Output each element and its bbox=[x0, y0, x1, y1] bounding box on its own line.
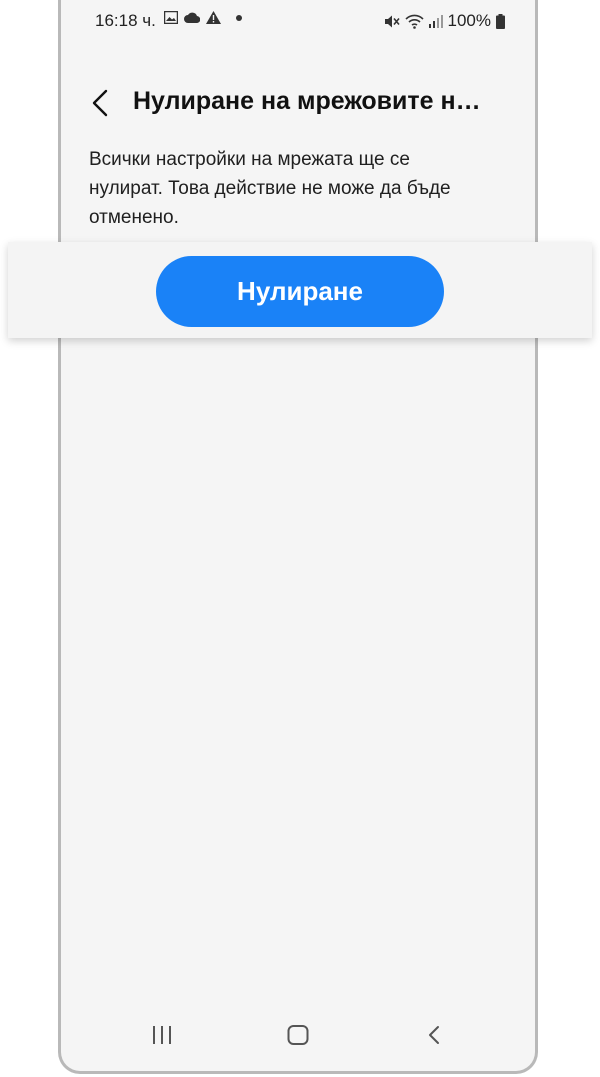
status-bar: 16:18 ч. 100% bbox=[61, 0, 535, 44]
description-line: нулират. Това действие не може да бъде bbox=[89, 178, 451, 199]
action-band: Нулиране bbox=[8, 242, 592, 338]
battery-icon bbox=[496, 13, 505, 29]
gallery-icon bbox=[164, 11, 178, 24]
chevron-left-icon bbox=[92, 89, 108, 117]
status-time: 16:18 ч. bbox=[95, 11, 156, 30]
home-button[interactable] bbox=[287, 1025, 309, 1050]
home-icon bbox=[287, 1025, 309, 1045]
warning-icon bbox=[206, 11, 221, 24]
recent-apps-button[interactable] bbox=[151, 1025, 173, 1050]
signal-icon bbox=[428, 15, 443, 28]
notification-dot-icon bbox=[236, 14, 242, 21]
battery-percent: 100% bbox=[447, 11, 491, 30]
description-line: отменено. bbox=[89, 207, 179, 228]
back-button[interactable] bbox=[85, 86, 115, 120]
navigation-bar bbox=[61, 1017, 535, 1057]
cloud-icon bbox=[184, 12, 200, 23]
reset-button[interactable]: Нулиране bbox=[156, 256, 444, 327]
recent-apps-icon bbox=[153, 1026, 171, 1044]
mute-icon bbox=[384, 15, 400, 27]
description-text: Всички настройки на мрежата ще се нулира… bbox=[89, 145, 479, 232]
description-line: Всички настройки на мрежата ще се bbox=[89, 149, 410, 170]
header: Нулиране на мрежовите н… bbox=[61, 80, 535, 126]
back-icon bbox=[429, 1026, 439, 1044]
status-right: 100% bbox=[384, 11, 505, 31]
page-title: Нулиране на мрежовите н… bbox=[133, 87, 481, 115]
nav-back-button[interactable] bbox=[426, 1025, 442, 1050]
wifi-icon bbox=[404, 14, 424, 29]
status-left-icons bbox=[164, 11, 243, 24]
phone-screen: 16:18 ч. 100% Нулиране на мрежовите н… В… bbox=[58, 0, 538, 1074]
